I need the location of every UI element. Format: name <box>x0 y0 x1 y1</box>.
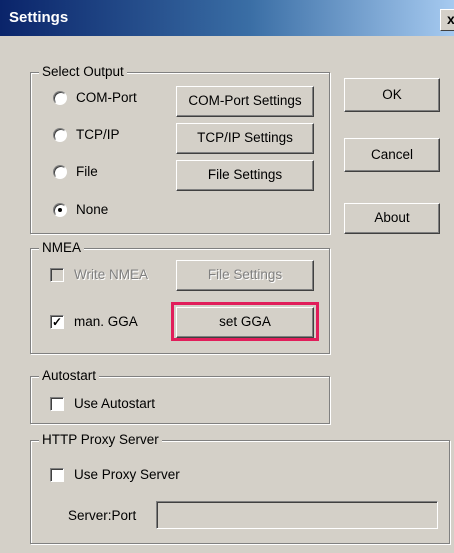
use-autostart-label: Use Autostart <box>74 396 156 411</box>
title-bar: Settings x <box>0 0 454 36</box>
write-nmea-label: Write NMEA <box>74 267 149 282</box>
autostart-legend: Autostart <box>39 368 100 384</box>
window-title: Settings <box>9 9 69 26</box>
radio-tcp-ip-indicator <box>53 127 67 142</box>
tcp-ip-settings-button[interactable]: TCP/IP Settings <box>176 123 314 154</box>
radio-tcp-ip-label: TCP/IP <box>76 127 120 142</box>
man-gga-checkbox[interactable]: ✓ man. GGA <box>50 314 138 329</box>
http-proxy-legend: HTTP Proxy Server <box>39 432 162 448</box>
ok-button[interactable]: OK <box>344 78 440 112</box>
man-gga-label: man. GGA <box>74 314 138 329</box>
nmea-legend: NMEA <box>39 240 85 256</box>
radio-file[interactable]: File <box>53 164 98 179</box>
close-button[interactable]: x <box>440 9 454 31</box>
use-proxy-label: Use Proxy Server <box>74 467 180 482</box>
radio-tcp-ip[interactable]: TCP/IP <box>53 127 120 142</box>
use-autostart-box <box>50 396 64 411</box>
com-port-settings-button[interactable]: COM-Port Settings <box>176 86 314 117</box>
select-output-legend: Select Output <box>39 64 127 80</box>
set-gga-highlight <box>171 302 319 341</box>
radio-com-port-label: COM-Port <box>76 90 137 105</box>
radio-file-label: File <box>76 164 98 179</box>
radio-file-indicator <box>53 164 67 179</box>
nmea-file-settings-button[interactable]: File Settings <box>176 260 314 291</box>
man-gga-box: ✓ <box>50 314 64 329</box>
write-nmea-box <box>50 267 64 282</box>
use-autostart-checkbox[interactable]: Use Autostart <box>50 396 155 411</box>
server-port-input[interactable] <box>156 501 438 529</box>
use-proxy-box <box>50 467 64 482</box>
cancel-button[interactable]: Cancel <box>344 138 440 172</box>
write-nmea-checkbox[interactable]: Write NMEA <box>50 267 148 282</box>
server-port-label: Server:Port <box>68 508 137 523</box>
file-settings-button[interactable]: File Settings <box>176 160 314 191</box>
radio-none[interactable]: None <box>53 202 108 217</box>
radio-com-port-indicator <box>53 90 67 105</box>
radio-none-indicator <box>53 202 67 217</box>
radio-none-label: None <box>76 202 109 217</box>
close-icon: x <box>447 11 454 27</box>
use-proxy-checkbox[interactable]: Use Proxy Server <box>50 467 180 482</box>
radio-com-port[interactable]: COM-Port <box>53 90 137 105</box>
about-button[interactable]: About <box>344 203 440 234</box>
